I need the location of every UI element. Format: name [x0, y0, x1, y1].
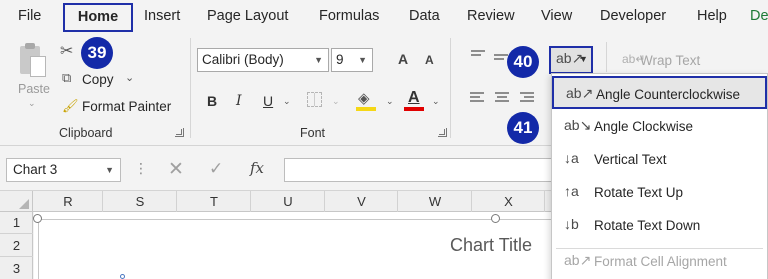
select-all-button[interactable] [0, 191, 33, 212]
copy-icon[interactable]: ⧉ [62, 70, 71, 86]
clipboard-group-label: Clipboard [59, 126, 113, 140]
formula-input[interactable] [284, 158, 559, 182]
font-color-swatch [404, 107, 424, 111]
tab-view[interactable]: View [541, 8, 572, 24]
increase-font-size-button[interactable]: A [398, 51, 408, 67]
column-header-x[interactable]: X [473, 191, 545, 212]
top-align-icon[interactable] [471, 50, 485, 58]
menu-item-rotate-text-up[interactable]: ↑a Rotate Text Up [552, 176, 767, 209]
vertical-text-icon: ↓a [564, 150, 579, 166]
orientation-dropdown-menu: ab↗ Angle Counterclockwise ab↘ Angle Clo… [551, 73, 768, 279]
font-size-select[interactable]: 9 ▼ [331, 48, 373, 72]
column-header-r[interactable]: R [34, 191, 103, 212]
chevron-down-icon[interactable]: ⌄ [432, 96, 440, 107]
row-header-1[interactable]: 1 [0, 212, 33, 234]
chevron-down-icon[interactable]: ▼ [358, 49, 367, 71]
insert-function-button[interactable]: fx [250, 159, 264, 177]
chevron-down-icon[interactable]: ⌄ [28, 98, 36, 109]
chevron-down-icon[interactable]: ⌄ [125, 71, 134, 84]
group-divider [450, 38, 451, 138]
row-header-3[interactable]: 3 [0, 258, 33, 279]
angle-counterclockwise-icon: ab↗ [566, 85, 594, 101]
wrap-text-button: Wrap Text [640, 53, 701, 68]
paste-button[interactable]: Paste [18, 82, 50, 96]
menu-item-angle-clockwise[interactable]: ab↘ Angle Clockwise [552, 110, 767, 143]
align-center-icon[interactable] [495, 92, 509, 104]
column-header-s[interactable]: S [104, 191, 177, 212]
dialog-launcher-icon[interactable] [175, 128, 184, 137]
step-badge-41: 41 [507, 112, 539, 144]
tab-design-truncated[interactable]: De [750, 8, 768, 24]
font-group-label: Font [300, 126, 326, 140]
menu-item-format-cell-alignment: ab↗ Format Cell Alignment [564, 252, 727, 269]
step-badge-40: 40 [507, 46, 539, 78]
menu-item-vertical-text[interactable]: ↓a Vertical Text [552, 143, 767, 176]
step-badge-39: 39 [81, 37, 113, 69]
font-color-button[interactable]: A [408, 89, 420, 107]
tab-insert[interactable]: Insert [144, 8, 180, 24]
chevron-down-icon[interactable]: ⌄ [283, 96, 291, 107]
tab-page-layout[interactable]: Page Layout [207, 8, 288, 24]
scissors-icon[interactable]: ✂ [60, 41, 73, 61]
cancel-icon[interactable]: ✕ [168, 158, 184, 181]
rotate-text-down-icon: ↓b [564, 216, 579, 232]
angle-clockwise-icon: ab↘ [564, 117, 592, 133]
chart-title[interactable]: Chart Title [450, 235, 532, 256]
bold-button[interactable]: B [207, 93, 217, 109]
tab-review[interactable]: Review [467, 8, 515, 24]
italic-button[interactable]: I [236, 93, 242, 109]
column-header-v[interactable]: V [326, 191, 398, 212]
menu-bar: File Home Insert Page Layout Formulas Da… [0, 0, 768, 34]
row-header-2[interactable]: 2 [0, 235, 33, 257]
column-header-t[interactable]: T [178, 191, 251, 212]
align-right-icon[interactable] [520, 92, 534, 104]
tab-home[interactable]: Home [63, 3, 133, 32]
format-painter-button[interactable]: Format Painter [82, 99, 171, 114]
resize-handle[interactable] [33, 214, 42, 223]
group-divider [606, 42, 607, 72]
dialog-launcher-icon[interactable] [438, 128, 447, 137]
column-header-w[interactable]: W [399, 191, 472, 212]
chevron-down-icon[interactable]: ⌄ [386, 96, 394, 107]
group-divider [190, 38, 191, 138]
middle-align-icon[interactable] [494, 54, 508, 62]
resize-handle[interactable] [491, 214, 500, 223]
menu-item-angle-counterclockwise[interactable]: ab↗ Angle Counterclockwise [552, 76, 767, 109]
chevron-down-icon[interactable]: ▼ [314, 49, 323, 71]
format-painter-icon[interactable]: 🖌 [62, 98, 79, 114]
tab-data[interactable]: Data [409, 8, 440, 24]
tab-file[interactable]: File [18, 8, 41, 24]
format-cell-alignment-icon: ab↗ [564, 252, 592, 268]
fill-color-swatch [356, 107, 376, 111]
chevron-down-icon[interactable]: ⌄ [332, 96, 340, 107]
enter-check-icon[interactable]: ✓ [209, 159, 223, 179]
plot-area-handle[interactable] [120, 274, 125, 279]
tab-developer[interactable]: Developer [600, 8, 666, 24]
row-headers: 1 2 3 [0, 212, 33, 279]
chevron-down-icon: ▼ [579, 54, 588, 64]
decrease-font-size-button[interactable]: A [425, 53, 434, 67]
font-name-select[interactable]: Calibri (Body) ▼ [197, 48, 329, 72]
more-options-icon[interactable]: ⋮ [134, 160, 148, 177]
rotate-text-up-icon: ↑a [564, 183, 579, 199]
tab-help[interactable]: Help [697, 8, 727, 24]
chevron-down-icon[interactable]: ▼ [105, 159, 114, 181]
name-box[interactable]: Chart 3 ▼ [6, 158, 121, 182]
paste-icon[interactable] [18, 42, 48, 78]
tab-formulas[interactable]: Formulas [319, 8, 379, 24]
fill-color-icon[interactable]: ◈ [358, 89, 370, 107]
copy-button[interactable]: Copy [82, 72, 114, 87]
underline-button[interactable]: U [263, 93, 273, 109]
borders-icon[interactable] [307, 92, 322, 107]
column-header-u[interactable]: U [252, 191, 325, 212]
align-left-icon[interactable] [470, 92, 484, 104]
orientation-button[interactable]: ab↗ ▼ [549, 46, 593, 74]
menu-item-rotate-text-down[interactable]: ↓b Rotate Text Down [552, 209, 767, 242]
